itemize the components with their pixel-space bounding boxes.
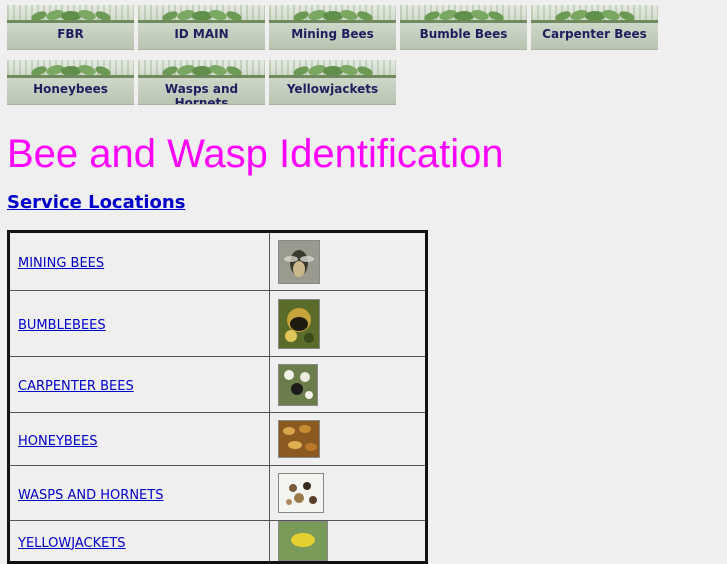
nav-label: ID MAIN bbox=[174, 27, 229, 41]
nav-label: Wasps and Hornets bbox=[164, 82, 239, 105]
honeybees-link[interactable]: HONEYBEES bbox=[18, 434, 98, 449]
bumblebee-photo-icon[interactable] bbox=[278, 298, 321, 349]
nav-row-bottom: Honeybees Wasps and Hornets Yellowjacket… bbox=[7, 60, 396, 105]
honeybee-photo-icon[interactable] bbox=[278, 420, 321, 458]
table-row: WASPS AND HORNETS bbox=[7, 465, 427, 521]
yellowjacket-photo-icon[interactable] bbox=[278, 521, 329, 561]
carpenter-bees-link[interactable]: CARPENTER BEES bbox=[18, 379, 134, 394]
nav-button-honeybees[interactable]: Honeybees bbox=[7, 60, 134, 105]
nav-button-wasps-and-hornets[interactable]: Wasps and Hornets bbox=[138, 60, 265, 105]
yellowjackets-link[interactable]: YELLOWJACKETS bbox=[18, 536, 126, 551]
nav-row-top: FBR ID MAIN Mining Bees Bumble Bees Carp… bbox=[7, 5, 658, 50]
nav-label: FBR bbox=[57, 27, 84, 41]
nav-button-mining-bees[interactable]: Mining Bees bbox=[269, 5, 396, 50]
table-row: BUMBLEBEES bbox=[7, 290, 427, 357]
service-locations-link[interactable]: Service Locations bbox=[7, 192, 185, 213]
bumblebees-link[interactable]: BUMBLEBEES bbox=[18, 318, 106, 333]
page-title: Bee and Wasp Identification bbox=[7, 132, 504, 176]
nav-button-yellowjackets[interactable]: Yellowjackets bbox=[269, 60, 396, 105]
nav-label: Honeybees bbox=[33, 82, 108, 96]
nav-button-fbr[interactable]: FBR bbox=[7, 5, 134, 50]
service-locations-table: MINING BEES BUMBLEBEES CARPENTER BEES HO… bbox=[7, 230, 428, 564]
nav-label: Carpenter Bees bbox=[542, 27, 647, 41]
table-row: YELLOWJACKETS bbox=[7, 520, 427, 563]
nav-button-bumble-bees[interactable]: Bumble Bees bbox=[400, 5, 527, 50]
table-row: MINING BEES bbox=[7, 231, 427, 291]
table-row: HONEYBEES bbox=[7, 412, 427, 466]
nav-button-id-main[interactable]: ID MAIN bbox=[138, 5, 265, 50]
carpenter-bee-photo-icon[interactable] bbox=[278, 363, 319, 406]
mining-bee-photo-icon[interactable] bbox=[278, 239, 321, 284]
nav-label: Mining Bees bbox=[291, 27, 374, 41]
wasps-and-hornets-link[interactable]: WASPS AND HORNETS bbox=[18, 488, 163, 503]
nav-button-carpenter-bees[interactable]: Carpenter Bees bbox=[531, 5, 658, 50]
table-row: CARPENTER BEES bbox=[7, 356, 427, 413]
mining-bees-link[interactable]: MINING BEES bbox=[18, 256, 104, 271]
nav-label: Bumble Bees bbox=[419, 27, 508, 41]
nav-label: Yellowjackets bbox=[286, 82, 379, 96]
wasp-nest-photo-icon[interactable] bbox=[278, 473, 325, 513]
